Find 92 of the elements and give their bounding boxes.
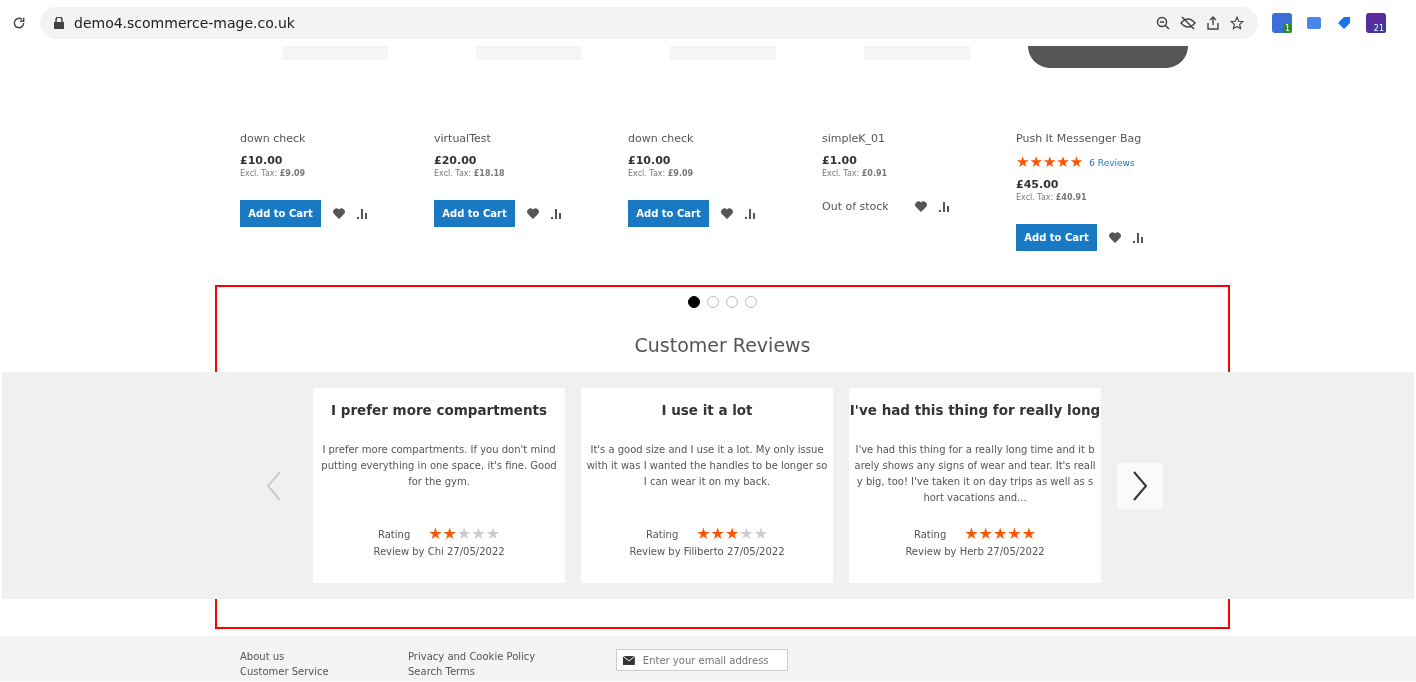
product-price: £10.00 [628,154,672,167]
extension-icon[interactable]: 21 [1366,13,1386,33]
eye-slash-icon[interactable] [1180,16,1196,30]
heart-icon[interactable] [721,208,733,219]
review-text: It's a good size and I use it a lot. My only issue with it was I wanted the handles to be longer so I can wear it on my back. [586,443,828,489]
heart-icon[interactable] [333,208,345,219]
bar-chart-icon[interactable] [745,208,757,219]
star-icon: ★ [964,526,979,542]
extension-badge: 21 [1371,24,1386,33]
footer-link[interactable]: Customer Service [240,666,408,678]
rating-label: Rating [646,528,679,540]
star-icon: ★ [1029,155,1043,170]
product-price: £1.00 [822,154,858,167]
slider-dot[interactable] [745,296,757,308]
add-to-cart-button[interactable]: Add to Cart [434,200,515,227]
star-icon: ★ [710,526,725,542]
star-icon: ★ [753,526,768,542]
review-title: I've had this thing for really long [849,402,1101,418]
section-title: Customer Reviews [633,334,812,358]
star-icon[interactable] [1230,16,1244,30]
star-icon: ★ [1007,526,1022,542]
star-icon: ★ [1069,155,1084,170]
chevron-right-icon [1132,470,1148,501]
extension-badge: 1 [1282,24,1292,33]
product-price: £10.00 [240,154,284,167]
extension-icon[interactable]: 1 [1272,13,1292,33]
bar-chart-icon[interactable] [357,208,369,219]
product-name[interactable]: virtualTest [434,132,628,154]
lock-icon [54,17,64,29]
slider-dot[interactable] [707,296,719,308]
add-to-cart-button[interactable]: Add to Cart [240,200,321,227]
product-name[interactable]: down check [628,132,822,154]
email-field[interactable]: Enter your email address [616,649,788,671]
footer-link[interactable]: Privacy and Cookie Policy [408,651,576,663]
review-text: I prefer more compartments. If you don't mind putting everything in one space, it's fine. Good for the gym. [320,443,558,489]
add-to-cart-button[interactable]: Add to Cart [1016,224,1097,251]
footer-link[interactable]: About us [240,651,408,663]
star-icon: ★ [724,526,740,542]
reload-icon[interactable] [12,16,26,30]
add-to-cart-button[interactable]: Add to Cart [628,200,709,227]
share-icon[interactable] [1206,16,1220,30]
rating-label: Rating [378,528,411,540]
tag-icon[interactable] [1336,15,1352,31]
stock-status: Out of stock [822,200,890,213]
star-icon: ★ [428,526,443,542]
chevron-left-icon [266,470,282,501]
star-icon: ★ [1056,155,1070,170]
star-icon: ★ [471,526,486,542]
star-icon: ★ [978,526,993,542]
tax-text: Excl. Tax: £18.18 [434,169,506,178]
star-icon: ★ [1042,155,1057,170]
star-icon: ★ [696,526,711,542]
star-icon: ★ [442,526,457,542]
email-input[interactable]: Enter your email address [642,654,781,666]
extension-icon[interactable] [1306,16,1322,30]
bar-chart-icon[interactable] [1133,232,1145,243]
bar-chart-icon[interactable] [551,208,563,219]
review-text: I've had this thing for a really long time and it barely shows any signs of wear and tear. It's really big, too! I've taken it on day trips as well as short vacations and... [854,443,1096,505]
product-price: £45.00 [1016,178,1060,191]
product-name[interactable]: Push It Messenger Bag [1016,132,1210,154]
tax-text: Excl. Tax: £0.91 [822,169,889,178]
review-byline: Review by Chi 27/05/2022 [373,546,505,557]
review-title: I prefer more compartments [331,402,547,418]
star-icon: ★ [739,526,754,542]
footer-link[interactable]: Search Terms [408,666,576,678]
product-name[interactable]: simpleK_01 [822,132,1016,154]
slider-dot[interactable] [726,296,738,308]
star-icon: ★ [485,526,500,542]
reviews-link[interactable]: 6 Reviews [1089,157,1135,168]
heart-icon[interactable] [1109,232,1121,243]
tax-text: Excl. Tax: £40.91 [1016,193,1088,202]
zoom-icon[interactable] [1156,16,1170,30]
star-icon: ★ [992,526,1008,542]
product-name[interactable]: down check [240,132,434,154]
star-icon: ★ [1016,155,1030,170]
address-bar[interactable]: demo4.scommerce-mage.co.uk [40,7,1258,39]
slider-dot[interactable] [688,296,700,308]
tax-text: Excl. Tax: £9.09 [628,169,695,178]
tax-text: Excl. Tax: £9.09 [240,169,307,178]
bar-chart-icon[interactable] [939,201,951,212]
next-button[interactable] [1117,462,1163,509]
review-title: I use it a lot [661,402,753,418]
url-text: demo4.scommerce-mage.co.uk [74,15,296,31]
heart-icon[interactable] [527,208,539,219]
envelope-icon [623,655,635,665]
rating-label: Rating [914,528,947,540]
review-byline: Review by Herb 27/05/2022 [905,546,1045,557]
star-icon: ★ [1021,526,1036,542]
product-price: £20.00 [434,154,478,167]
heart-icon[interactable] [915,201,927,212]
review-byline: Review by Filiberto 27/05/2022 [629,546,785,557]
star-icon: ★ [456,526,472,542]
